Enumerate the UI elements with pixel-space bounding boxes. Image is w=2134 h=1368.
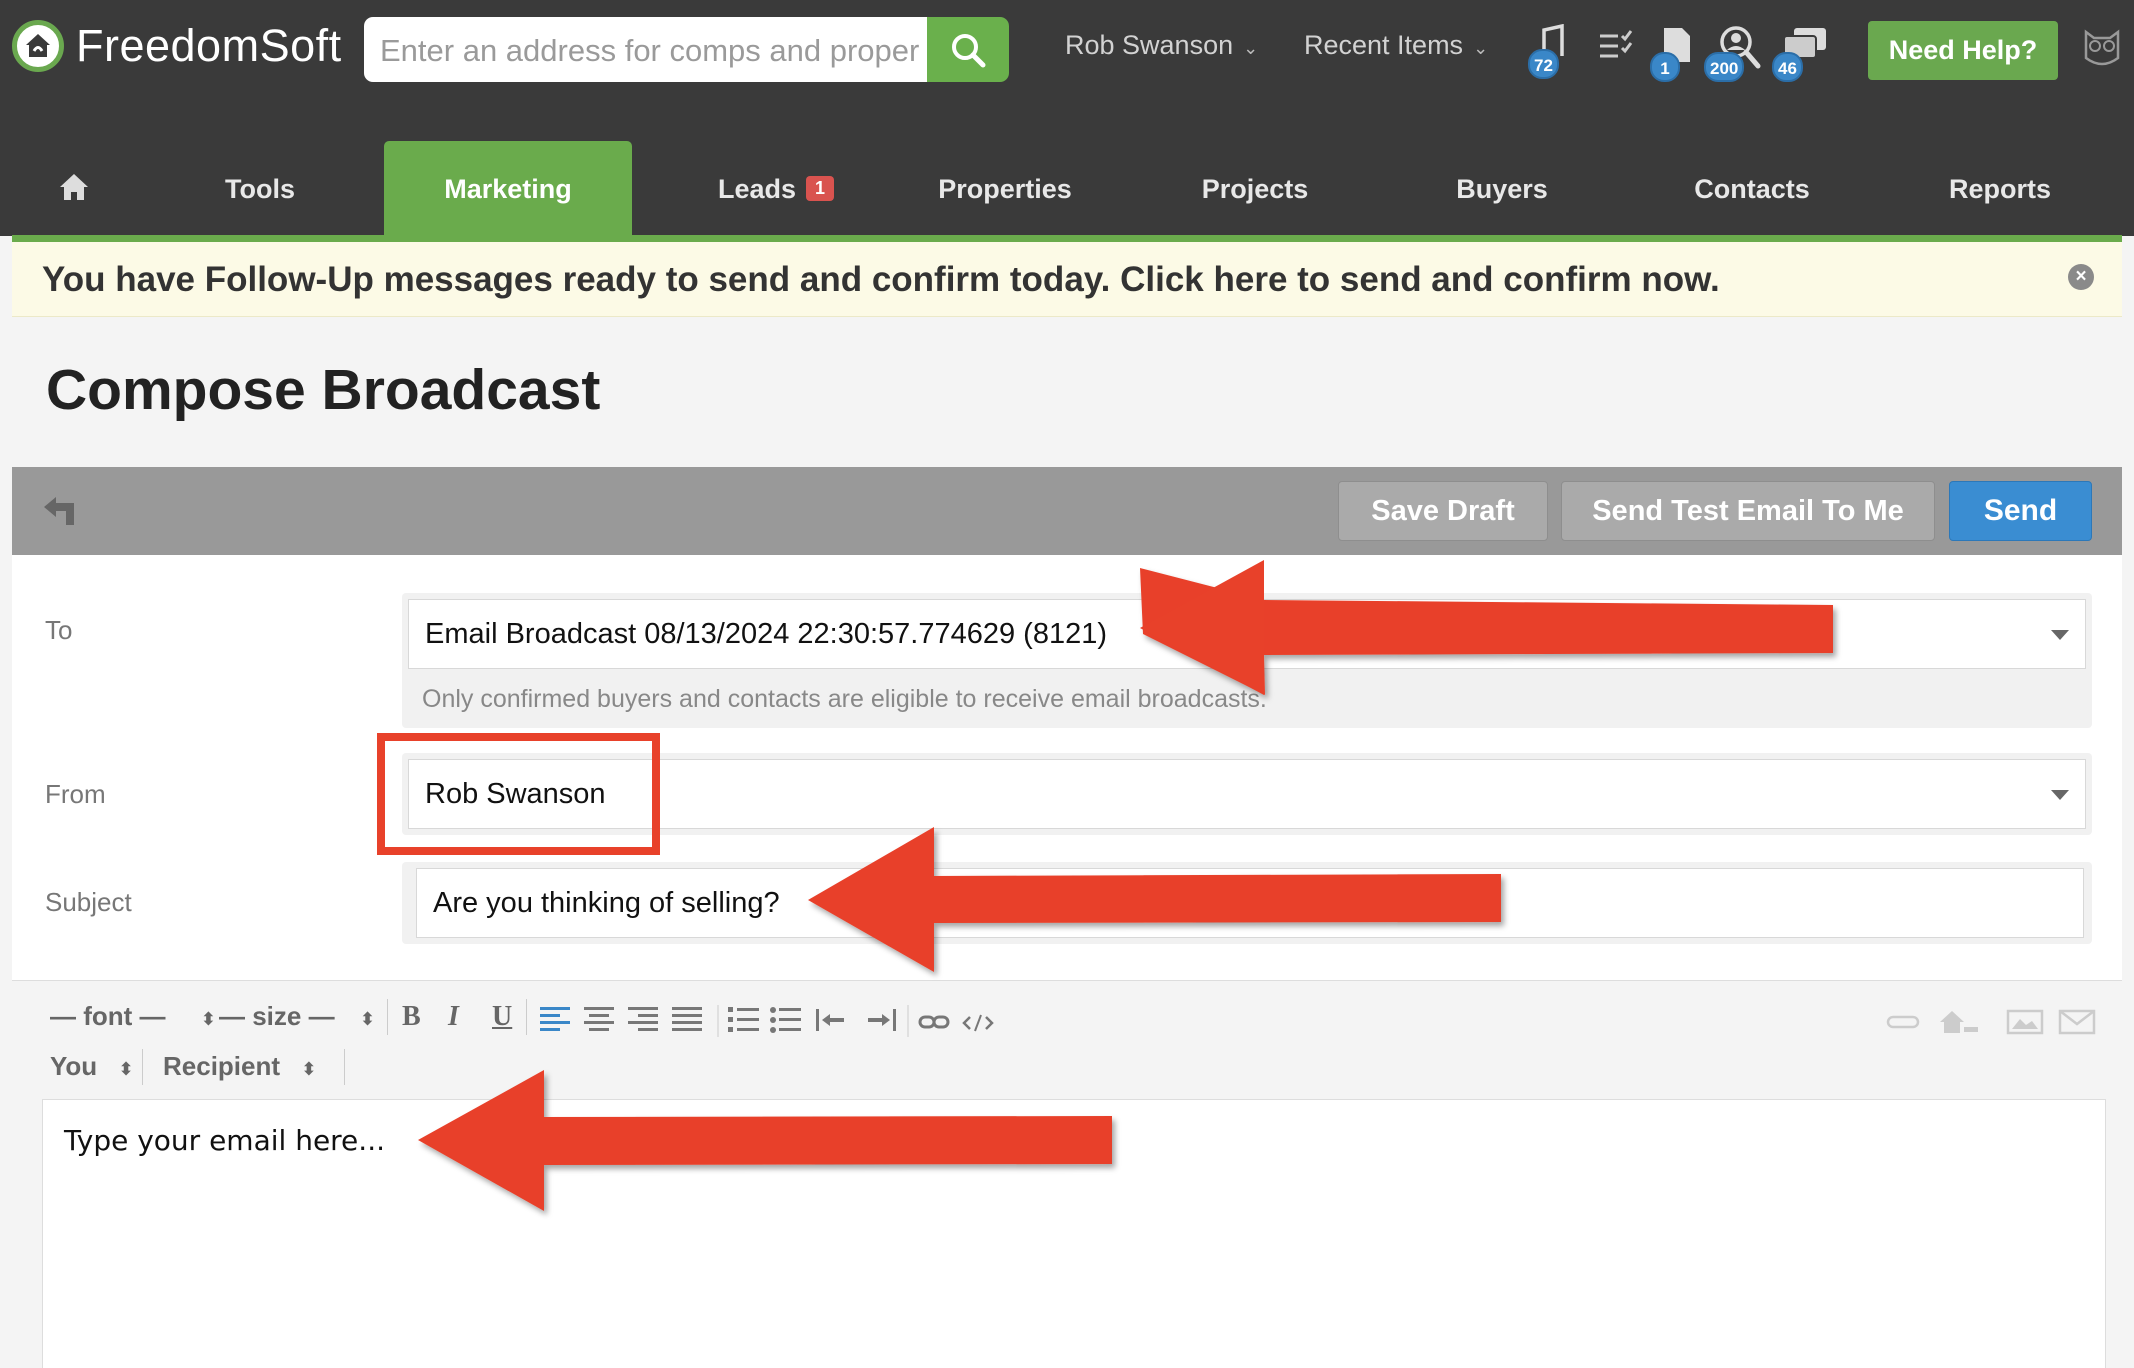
recipient-select[interactable]: Recipient ⬍ — [163, 1051, 316, 1082]
messages-badge: 46 — [1772, 52, 1803, 82]
phone-icon[interactable]: 72 — [1518, 22, 1578, 82]
top-bar: FreedomSoft Enter an address for comps a… — [0, 0, 2134, 96]
address-search-input[interactable]: Enter an address for comps and proper — [364, 17, 928, 82]
nav-tools[interactable]: Tools — [200, 174, 320, 205]
subject-input[interactable]: Are you thinking of selling? — [416, 868, 2084, 938]
to-label: To — [45, 615, 73, 645]
paperclip-icon — [1886, 1015, 1920, 1029]
nav-contacts[interactable]: Contacts — [1682, 174, 1822, 205]
user-menu-label: Rob Swanson — [1065, 30, 1234, 60]
files-badge: 1 — [1650, 52, 1680, 82]
leads-badge: 1 — [806, 176, 835, 202]
main-nav: Tools Marketing Leads 1 Properties Projec… — [0, 96, 2134, 236]
compose-form: To Email Broadcast 08/13/2024 22:30:57.7… — [12, 555, 2122, 980]
bold-button[interactable]: B — [402, 1001, 421, 1033]
code-icon — [962, 1014, 994, 1032]
user-menu[interactable]: Rob Swanson ⌄ — [1065, 30, 1258, 61]
tasks-icon[interactable] — [1596, 22, 1656, 82]
calls-badge: 72 — [1528, 49, 1559, 79]
alert-text[interactable]: You have Follow-Up messages ready to sen… — [42, 260, 1720, 300]
toolbar-separator — [387, 999, 388, 1035]
page-title: Compose Broadcast — [46, 358, 601, 422]
extra-toolbar[interactable] — [868, 1005, 1048, 1037]
search-button[interactable] — [927, 17, 1009, 82]
recent-items-label: Recent Items — [1304, 30, 1464, 60]
nav-reports[interactable]: Reports — [1936, 174, 2064, 205]
size-select[interactable]: — size — ⬍ — [219, 1001, 375, 1032]
image-icon — [2006, 1009, 2044, 1035]
size-select-label: — size — — [219, 1001, 335, 1031]
page-header: Compose Broadcast — [12, 317, 2122, 467]
followup-alert[interactable]: You have Follow-Up messages ready to sen… — [12, 242, 2122, 317]
ordered-list-icon — [728, 1007, 759, 1032]
subject-label: Subject — [45, 887, 132, 917]
to-field-group: Email Broadcast 08/13/2024 22:30:57.7746… — [402, 593, 2092, 728]
align-left-icon — [540, 1007, 570, 1031]
chevron-down-icon: ⌄ — [1473, 38, 1489, 58]
envelope-icon — [2058, 1009, 2096, 1035]
to-help-text: Only confirmed buyers and contacts are e… — [422, 685, 1267, 713]
nav-projects[interactable]: Projects — [1185, 174, 1325, 205]
send-button[interactable]: Send — [1949, 481, 2092, 541]
nav-leads-label: Leads — [718, 174, 797, 204]
toolbar-separator — [142, 1049, 143, 1085]
leads-count-badge: 200 — [1704, 52, 1745, 82]
caret-down-icon — [2051, 630, 2069, 640]
action-bar: Save Draft Send Test Email To Me Send — [12, 467, 2122, 555]
to-select-value: Email Broadcast 08/13/2024 22:30:57.7746… — [425, 618, 1107, 650]
sort-arrows-icon: ⬍ — [359, 1009, 375, 1029]
house-logo-icon — [12, 20, 64, 72]
sort-arrows-icon: ⬍ — [200, 1009, 216, 1029]
sort-arrows-icon: ⬍ — [301, 1059, 317, 1079]
email-editor: — font — ⬍ — size — ⬍ B I U You ⬍ Recipi… — [12, 980, 2122, 1368]
align-center-icon — [584, 1007, 614, 1031]
recipient-select-label: Recipient — [163, 1051, 281, 1081]
align-right-icon — [628, 1007, 658, 1031]
house-insert-icon — [1940, 1011, 1978, 1033]
app-name: FreedomSoft — [76, 20, 342, 71]
from-label: From — [45, 779, 106, 809]
save-draft-button[interactable]: Save Draft — [1338, 481, 1548, 541]
caret-down-icon — [2051, 790, 2069, 800]
nav-marketing-label: Marketing — [444, 174, 572, 204]
italic-button[interactable]: I — [448, 1001, 459, 1033]
attachment-toolbar[interactable] — [1886, 1007, 2096, 1037]
to-select[interactable]: Email Broadcast 08/13/2024 22:30:57.7746… — [408, 599, 2086, 669]
unordered-list-icon — [770, 1007, 801, 1033]
you-select-label: You — [50, 1051, 98, 1081]
highlight-box — [377, 733, 660, 855]
document-icon[interactable]: 1 — [1650, 22, 1710, 82]
font-select-label: — font — — [50, 1001, 166, 1031]
close-icon[interactable]: × — [2068, 264, 2094, 290]
chevron-down-icon: ⌄ — [1243, 38, 1259, 58]
alignment-toolbar[interactable] — [540, 1005, 870, 1037]
link-icon — [918, 1015, 950, 1029]
logo[interactable]: FreedomSoft — [12, 20, 342, 72]
email-body-placeholder[interactable]: Type your email here... — [64, 1124, 385, 1157]
owl-icon[interactable] — [2080, 26, 2124, 75]
nav-properties[interactable]: Properties — [920, 174, 1090, 205]
nav-leads[interactable]: Leads 1 — [718, 174, 835, 205]
toolbar-separator — [526, 999, 527, 1035]
home-icon[interactable] — [58, 172, 90, 209]
outdent-icon — [816, 1009, 844, 1031]
user-search-icon[interactable]: 200 — [1704, 22, 1764, 82]
align-justify-icon — [672, 1007, 702, 1031]
chat-icon[interactable]: 46 — [1772, 22, 1832, 82]
back-arrow-icon[interactable] — [42, 495, 78, 532]
recent-items-menu[interactable]: Recent Items ⌄ — [1304, 30, 1488, 61]
underline-button[interactable]: U — [492, 1001, 512, 1033]
send-test-email-button[interactable]: Send Test Email To Me — [1561, 481, 1935, 541]
sort-arrows-icon: ⬍ — [118, 1059, 134, 1079]
need-help-button[interactable]: Need Help? — [1868, 21, 2058, 80]
font-select[interactable]: — font — ⬍ — [50, 1001, 216, 1032]
search-icon — [952, 33, 986, 67]
toolbar-separator — [344, 1049, 345, 1085]
nav-underline — [12, 235, 2122, 242]
indent-icon — [868, 1009, 896, 1031]
nav-marketing[interactable]: Marketing — [384, 141, 632, 236]
you-select[interactable]: You ⬍ — [50, 1051, 134, 1082]
nav-buyers[interactable]: Buyers — [1440, 174, 1564, 205]
